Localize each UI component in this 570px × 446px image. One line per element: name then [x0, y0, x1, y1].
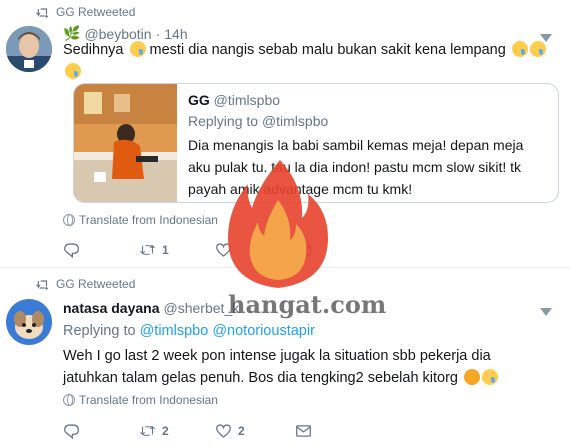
retweet-icon — [140, 244, 155, 255]
envelope-icon — [296, 244, 311, 256]
avatar[interactable] — [6, 26, 52, 72]
watermark-text: hangat.com — [228, 290, 387, 319]
reply-icon — [64, 424, 79, 439]
heart-icon — [216, 243, 231, 257]
quoted-author-name: GG — [188, 92, 210, 108]
quoted-replying-to: Replying to @timlspbo — [188, 113, 329, 129]
quoted-tweet-text: Dia menangis la babi sambil kemas meja! … — [188, 137, 524, 197]
chevron-down-icon[interactable] — [540, 303, 552, 316]
translate-link[interactable]: Translate from Indonesian — [63, 213, 218, 227]
author-name[interactable]: natasa dayana — [63, 300, 160, 316]
replying-to: Replying to @timlspbo @notorioustapir — [63, 323, 315, 339]
retweet-icon — [36, 7, 49, 18]
retweet-button[interactable]: 2 — [139, 423, 219, 439]
retweet-button[interactable]: 1 — [139, 242, 219, 258]
anxious-emoji — [482, 369, 499, 385]
retweet-icon — [36, 279, 49, 290]
envelope-icon — [296, 425, 311, 437]
retweet-context: GG Retweeted — [36, 5, 135, 19]
replying-handle-link[interactable]: @timlspbo — [262, 113, 328, 129]
retweet-label: GG Retweeted — [56, 5, 136, 19]
retweet-label: GG Retweeted — [56, 277, 136, 291]
message-button[interactable] — [295, 242, 375, 258]
angry-emoji — [464, 369, 481, 385]
quoted-author-handle: @timlspbo — [213, 92, 281, 108]
tweet-text: Weh I go last 2 week pon intense jugak l… — [63, 345, 543, 389]
sad-emoji — [511, 41, 528, 57]
tweet-actions: 1 — [63, 242, 375, 258]
reply-icon — [64, 243, 79, 258]
quoted-author[interactable]: GG @timlspbo — [188, 92, 280, 108]
reply-button[interactable] — [63, 423, 143, 439]
like-button[interactable]: 2 — [215, 423, 295, 439]
globe-icon — [63, 214, 75, 226]
replying-handles-link[interactable]: @timlspbo @notorioustapir — [140, 323, 315, 339]
tweet-actions: 2 2 — [63, 423, 375, 439]
retweet-context: GG Retweeted — [36, 277, 135, 291]
like-button[interactable] — [215, 242, 295, 258]
like-count: 2 — [238, 424, 245, 438]
translate-label: Translate from Indonesian — [79, 213, 218, 227]
translate-label: Translate from Indonesian — [79, 393, 218, 407]
retweet-icon — [140, 425, 155, 436]
translate-link[interactable]: Translate from Indonesian — [63, 393, 218, 407]
message-button[interactable] — [295, 423, 375, 439]
retweet-count: 1 — [162, 243, 169, 257]
reply-button[interactable] — [63, 242, 143, 258]
heart-icon — [216, 424, 231, 438]
sad-emoji — [65, 63, 81, 79]
sad-emoji — [529, 41, 546, 57]
tweet-text: Sedihnya mesti dia nangis sebab malu buk… — [63, 39, 553, 83]
quoted-tweet[interactable]: GG @timlspbo Replying to @timlspbo Dia m… — [73, 83, 559, 203]
globe-icon — [63, 394, 75, 406]
avatar[interactable] — [6, 299, 52, 345]
quoted-tweet-image[interactable] — [74, 84, 177, 202]
retweet-count: 2 — [162, 424, 169, 438]
crying-emoji — [129, 41, 146, 57]
tweet[interactable]: GG Retweeted 🌿 @beybotin · 14h Sedihnya … — [0, 0, 570, 268]
tweet-author[interactable]: natasa dayana @sherbet_k — [63, 300, 239, 316]
